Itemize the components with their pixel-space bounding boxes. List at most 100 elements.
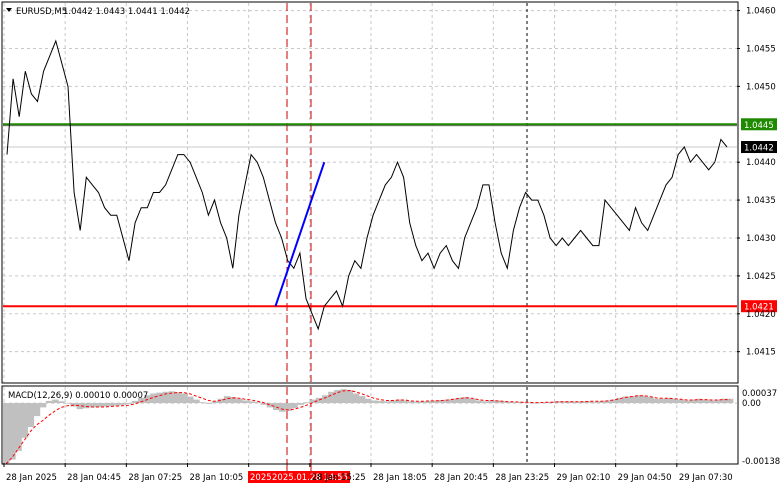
macd-histogram-bar [58,401,65,404]
chart-window: 1.0445 1.0442 1.0421 1.0460 1.0455 1.0450 1.04… [0,0,781,489]
time-tick-label: 28 Jan 04:45 [67,473,121,483]
time-tick-label: 28 Jan 10:05 [190,473,244,483]
macd-histogram-bar [321,395,329,404]
macd-histogram-bar [364,398,372,404]
level-tag-label: 1.0445 [744,121,774,131]
macd-histogram-bar [174,392,182,404]
macd-histogram-bar [199,402,206,404]
macd-histogram-bar [82,403,90,409]
macd-histogram-bar [371,400,378,404]
macd-histogram-bar [187,396,194,404]
macd-tick-label: -0.00138 [742,457,780,467]
macd-histogram-bar [475,400,482,404]
macd-histogram-bar [180,393,188,404]
chart-svg: 1.04451.04421.04211.04601.04551.04501.04… [1,1,780,485]
macd-histogram-bar [9,403,16,460]
macd-histogram-bar [95,403,102,407]
time-tick-label: 28 Jan 07:25 [128,473,182,483]
macd-histogram-bar [481,401,489,404]
macd-histogram-bar [291,403,298,409]
trend-line [274,161,326,307]
time-tick-label: 28 Jan 23:25 [495,473,549,483]
macd-histogram-bar [193,399,200,404]
macd-histogram-bar [377,400,384,404]
macd-histogram-bar [39,403,47,408]
cursor-time-prefix: 2025 [250,473,272,483]
price-tick-label: 1.0450 [746,82,776,92]
macd-histogram-bar [107,403,114,407]
macd-histogram-bar [677,399,685,404]
macd-histogram-bar [591,401,599,404]
time-tick-label: 28 Jan 20:45 [434,473,488,483]
macd-histogram-bar [726,398,734,404]
macd-histogram-bar [328,391,335,404]
macd-histogram-bar [236,398,243,404]
macd-y-axis: 0.000370.00 -0.00138 [742,389,780,467]
macd-histogram-bar [383,401,390,404]
price-tick-label: 1.0430 [746,234,776,244]
macd-histogram-bar [279,403,286,412]
macd-histogram-bar [628,396,636,404]
price-y-axis: 1.04451.04421.04211.04601.04551.04501.04… [737,7,777,358]
macd-histogram-bar [469,398,476,404]
ohlc-values: 1.0442 1.0443 1.0441 1.0442 [63,7,190,17]
macd-histogram-bar [3,403,10,463]
macd-histogram-bar [640,395,648,404]
dropdown-triangle-icon[interactable] [6,8,12,12]
time-tick-label: 29 Jan 07:30 [679,473,733,483]
macd-histogram-bar [21,403,28,438]
macd-histogram-bar [407,401,415,404]
price-tick-label: 1.0455 [746,44,776,54]
macd-histogram-bar [702,399,709,404]
macd-histogram-bar [358,396,366,404]
macd-histogram-bar [242,400,249,404]
macd-histogram-bar [156,392,163,404]
price-plot [6,39,728,331]
macd-histogram-bar [64,403,71,404]
time-tick-label: 28 Jan 2025 [6,473,57,483]
macd-histogram-bar [254,402,262,404]
macd-histogram-bar [33,403,41,417]
macd-histogram-bar [524,402,531,404]
time-tick-label: 29 Jan 04:50 [618,473,672,483]
price-tick-label: 1.0440 [746,158,776,168]
price-tick-label: 1.0420 [746,310,776,320]
macd-histogram-bar [683,400,691,404]
macd-histogram-bar [647,396,654,404]
symbol-label: EURUSD,M5 [16,7,67,17]
macd-tick-label: 0.00037 [742,389,777,399]
macd-histogram-bar [45,400,53,404]
macd-tick-label: 0.00 [742,399,761,409]
macd-histogram-bar [113,403,120,406]
macd-histogram-bar [125,403,133,404]
price-tick-label: 1.0425 [746,272,776,282]
time-tick-label: 29 Jan 02:10 [557,473,611,483]
macd-histogram-bar [15,403,22,451]
macd-histogram-bar [248,401,255,404]
macd-histogram-bar [414,401,421,404]
macd-title: MACD(12,26,9) 0.00010 0.00007 [8,391,148,401]
macd-histogram-bar [119,403,127,405]
macd-histogram-bar [530,403,538,404]
time-tick-label: 28 Jan 18:05 [373,473,427,483]
macd-histogram-bar [205,403,212,404]
price-series-line [6,39,728,331]
price-tick-label: 1.0415 [746,348,776,358]
macd-histogram-bar [297,403,304,405]
macd-histogram-bar [260,403,268,405]
price-tick-label: 1.0460 [746,7,776,17]
vertical-markers [286,3,528,485]
price-tick-label: 1.0435 [746,196,776,206]
macd-histogram-bar [659,398,666,404]
symbol-header: EURUSD,M5 1.0442 1.0443 1.0441 1.0442 [6,7,190,17]
macd-histogram-bar [653,398,660,404]
macd-histogram-bar [27,403,35,427]
macd-histogram-bar [352,393,360,404]
macd-histogram-bar [303,402,311,404]
macd-histogram-bar [346,390,354,404]
macd-histogram-bar [101,403,108,407]
price-panel-frame [1,1,739,384]
time-x-axis: 28 Jan 2025 28 Jan 04:45 28 Jan 07:25 28 Ja… [3,463,733,483]
time-tick-label: 28 Jan 15:25 [312,473,366,483]
macd-histogram-bar [708,400,715,404]
